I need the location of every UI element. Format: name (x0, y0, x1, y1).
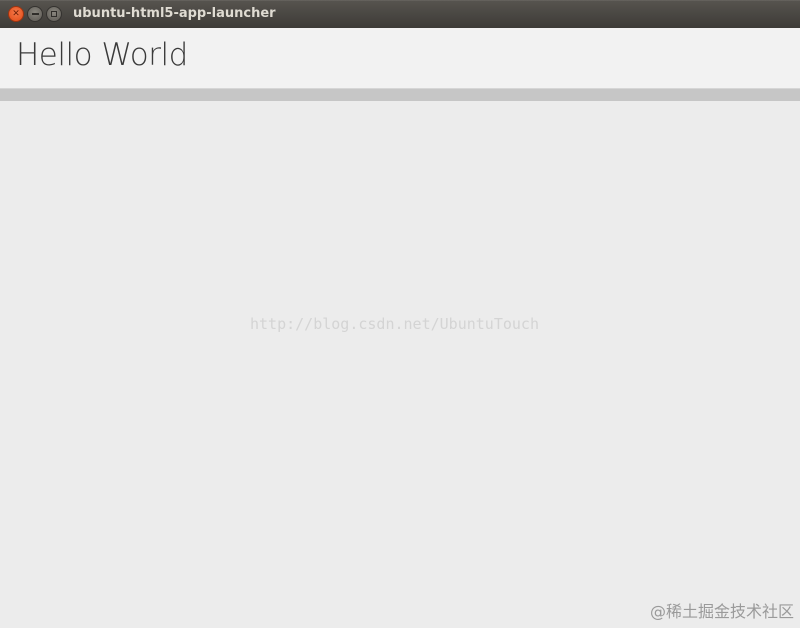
minimize-button[interactable] (27, 6, 43, 22)
close-icon: ✕ (12, 8, 20, 19)
main-content: http://blog.csdn.net/UbuntuTouch @稀土掘金技术… (0, 101, 800, 628)
watermark-url: http://blog.csdn.net/UbuntuTouch (250, 315, 539, 333)
maximize-icon (51, 11, 57, 17)
title-bar[interactable]: ✕ ubuntu-html5-app-launcher (0, 0, 800, 28)
watermark-site: @稀土掘金技术社区 (649, 602, 794, 621)
window-title: ubuntu-html5-app-launcher (73, 6, 276, 21)
page-header: Hello World (0, 28, 800, 88)
close-button[interactable]: ✕ (8, 6, 24, 22)
maximize-button[interactable] (46, 6, 62, 22)
page-title: Hello World (16, 37, 188, 73)
header-divider (0, 88, 800, 101)
minimize-icon (31, 13, 39, 15)
app-window: ✕ ubuntu-html5-app-launcher Hello World … (0, 0, 800, 628)
